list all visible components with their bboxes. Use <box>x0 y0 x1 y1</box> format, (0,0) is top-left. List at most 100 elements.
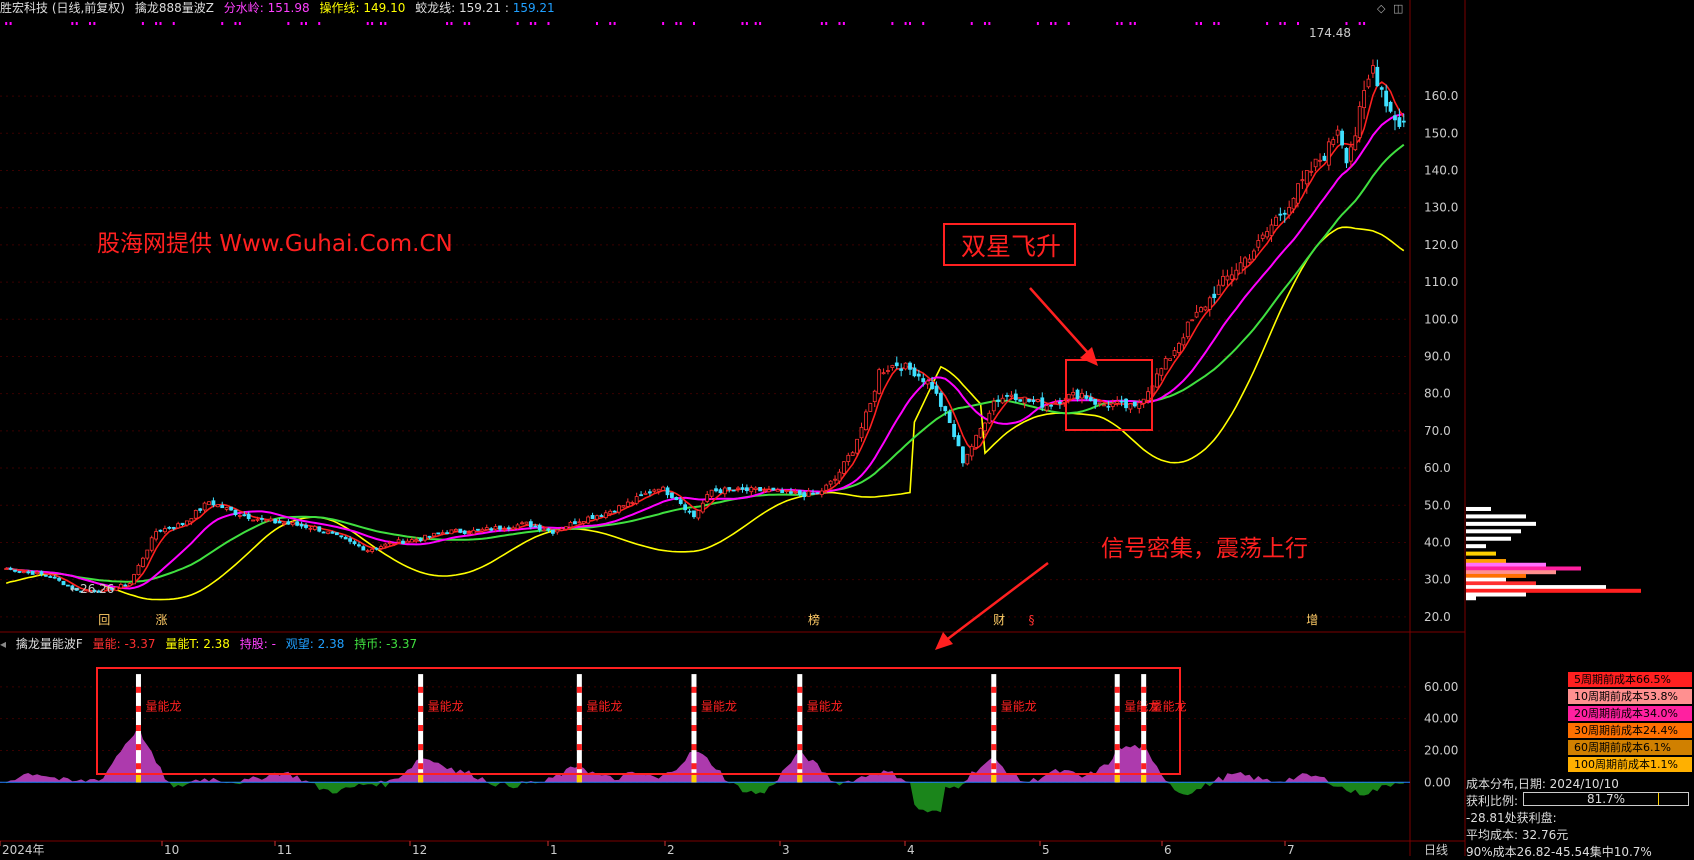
candle-body <box>925 380 930 385</box>
signal-dot <box>1279 22 1282 25</box>
candle-body <box>387 542 392 545</box>
candle-body <box>352 541 357 545</box>
candle-body <box>511 527 516 530</box>
candle-body <box>753 487 758 490</box>
candle-body <box>506 527 511 530</box>
candle-body <box>8 567 13 570</box>
candle-body <box>524 521 529 525</box>
signal-dot <box>1345 22 1348 25</box>
event-marker: 回 <box>98 613 110 627</box>
candle-body <box>1269 224 1274 236</box>
candle-body <box>837 471 842 482</box>
signal-dot <box>988 22 991 25</box>
candle-body <box>542 529 546 532</box>
candle-body <box>1216 284 1221 295</box>
candle-body <box>185 520 189 526</box>
profit-ratio-label: 获利比例: <box>1466 794 1519 808</box>
x-tick-label: 4 <box>907 843 915 856</box>
candle-body <box>409 539 414 543</box>
candle-body <box>678 499 683 504</box>
candle-body <box>674 497 679 501</box>
signal-dot <box>662 22 665 25</box>
candle-body <box>476 528 480 531</box>
candle-body <box>149 537 154 551</box>
signal-dot <box>1217 22 1220 25</box>
signal-dot <box>1120 22 1123 25</box>
y-tick-label: 20.0 <box>1424 610 1451 624</box>
candle-body <box>224 507 229 510</box>
candle-body <box>1229 274 1234 280</box>
cost-distribution <box>1466 506 1641 601</box>
y-tick-label: 40.00 <box>1424 712 1458 726</box>
signal-dot <box>692 22 695 25</box>
candle-body <box>608 510 613 515</box>
candle-body <box>1388 101 1393 112</box>
watermark-text: 股海网提供 Www.Guhai.Com.CN <box>97 231 453 257</box>
candle-body <box>780 490 785 493</box>
candle-body <box>969 445 974 457</box>
candle-body <box>1251 250 1256 260</box>
high-price-label: 174.48 <box>1309 26 1351 40</box>
signal-segment <box>418 725 424 732</box>
cost-legend-row: 20周期前成本34.0% <box>1568 706 1692 721</box>
candle-body <box>1212 293 1217 299</box>
candle-body <box>396 539 401 543</box>
candle-body <box>1110 403 1115 407</box>
candle-body <box>864 411 868 431</box>
signal-dot <box>1283 22 1286 25</box>
candle-body <box>1146 391 1150 401</box>
candle-body <box>114 586 119 591</box>
candle-body <box>775 489 780 492</box>
signal-dot <box>384 22 387 25</box>
candle-body <box>996 399 1001 402</box>
candle-body <box>1018 399 1023 402</box>
candle-body <box>586 516 591 524</box>
candle-body <box>154 531 159 540</box>
signal-dot <box>1054 22 1057 25</box>
candle-body <box>1371 65 1375 74</box>
candle-body <box>1300 179 1305 182</box>
candle-body <box>449 529 454 535</box>
candle-body <box>1296 183 1300 204</box>
candle-body <box>1384 90 1389 107</box>
candle-body <box>339 535 344 538</box>
signal-dot <box>1266 22 1269 25</box>
candle-body <box>462 530 467 534</box>
candle-body <box>260 518 264 520</box>
cost-bar <box>1466 596 1476 601</box>
energy-label: 量能龙 <box>428 700 464 714</box>
y-tick-label: 130.0 <box>1424 201 1458 215</box>
candle-body <box>903 362 908 370</box>
candle-body <box>647 491 652 494</box>
candle-body <box>1194 311 1199 318</box>
signal-segment <box>691 725 697 732</box>
candle-body <box>1225 275 1230 281</box>
candle-body <box>1199 307 1203 313</box>
candle-body <box>722 487 727 495</box>
signal-dot <box>754 22 757 25</box>
candle-body <box>705 494 710 502</box>
candle-body <box>431 532 436 537</box>
candle-body <box>603 512 608 519</box>
candle-body <box>802 492 807 498</box>
candle-body <box>264 519 269 522</box>
candle-body <box>696 510 701 519</box>
chart-canvas[interactable]: 回涨榜财§增 量能龙量能龙量能龙量能龙量能龙量能龙量能龙量能龙 20.030.0… <box>0 0 1694 856</box>
candle-body <box>401 540 405 544</box>
cost-bar <box>1466 514 1526 519</box>
signal-dot <box>463 22 466 25</box>
candle-body <box>489 528 494 531</box>
signal-segment <box>576 725 582 732</box>
signal-dense-arrowhead <box>935 632 953 650</box>
candle-body <box>202 502 207 511</box>
candle-body <box>890 365 895 368</box>
candle-body <box>1335 129 1340 136</box>
candle-body <box>727 487 732 490</box>
x-tick-label: 7 <box>1287 843 1295 856</box>
signal-dot <box>9 22 12 25</box>
cost-date-line: 成本分布,日期: 2024/10/10 <box>1466 777 1619 791</box>
candle-body <box>1027 398 1031 402</box>
candle-body <box>894 362 899 367</box>
candle-body <box>1128 403 1133 410</box>
candle-body <box>1102 404 1106 407</box>
